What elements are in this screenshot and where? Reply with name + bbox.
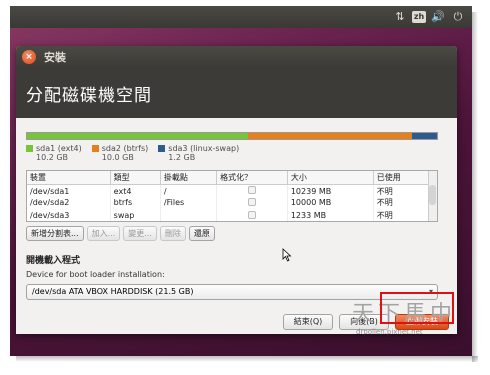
cell-device: /dev/sda1	[27, 184, 111, 196]
scrollbar-thumb[interactable]	[429, 185, 436, 205]
window-title: 安裝	[44, 51, 66, 64]
cell-size: 10000 MB	[287, 196, 374, 209]
title-bar: × 安裝	[16, 46, 457, 68]
header: 分配磁碟機空間	[16, 68, 457, 118]
legend-swatch	[158, 145, 166, 152]
format-checkbox[interactable]	[216, 184, 288, 196]
cell-type: ext4	[110, 184, 161, 196]
partition-segment-sda2	[248, 133, 413, 139]
bootloader-device-label: Device for boot loader installation:	[26, 270, 165, 279]
table-row[interactable]: /dev/sda3 swap 1233 MB 不明	[27, 209, 431, 221]
table-row[interactable]: /dev/sda2 btrfs /Files 10000 MB 不明	[27, 196, 431, 209]
partition-bar	[26, 132, 438, 140]
column-header-used[interactable]: 已使用	[373, 171, 431, 185]
legend-swatch	[26, 145, 33, 152]
table-row[interactable]: /dev/sda1 ext4 / 10239 MB 不明	[27, 184, 431, 196]
change-button[interactable]: 變更...	[123, 226, 157, 241]
partition-table[interactable]: 裝置 類型 掛載點 格式化？ 大小 已使用 /dev/sda1 ext4 / 1…	[26, 170, 438, 222]
bootloader-selected-value: /dev/sda ATA VBOX HARDDISK (21.5 GB)	[32, 287, 194, 296]
shadow	[472, 12, 478, 362]
system-tray: ⇅ zh 🔊 ⏻	[392, 9, 466, 25]
table-scrollbar[interactable]	[428, 171, 437, 221]
partition-actions: 新增分割表... 加入... 變更... 刪除 還原	[26, 226, 447, 241]
cell-device: /dev/sda2	[27, 196, 111, 209]
column-header-format[interactable]: 格式化？	[216, 171, 288, 185]
close-icon[interactable]: ×	[22, 50, 36, 64]
column-header-mount[interactable]: 掛載點	[160, 171, 218, 185]
mouse-cursor-icon	[282, 248, 292, 262]
column-header-size[interactable]: 大小	[287, 171, 374, 185]
partition-segment-sda1	[27, 133, 249, 139]
revert-button[interactable]: 還原	[188, 226, 215, 241]
legend-name: sda2 (btrfs)	[101, 144, 149, 153]
installer-window: × 安裝 分配磁碟機空間 sda1 (ext4) 10.2 GB sda2 (b…	[16, 46, 457, 334]
cell-used: 不明	[373, 196, 431, 209]
cell-used: 不明	[373, 209, 431, 221]
delete-button[interactable]: 刪除	[159, 226, 186, 241]
legend-item: sda2 (btrfs) 10.0 GB	[91, 144, 149, 162]
network-icon[interactable]: ⇅	[392, 9, 408, 25]
legend-size: 1.2 GB	[168, 153, 196, 162]
top-panel: ⇅ zh 🔊 ⏻	[10, 6, 472, 28]
column-header-device[interactable]: 裝置	[27, 171, 111, 185]
watermark-url: drpolien.pixnet.net	[356, 328, 423, 336]
legend-name: sda1 (ext4)	[36, 144, 82, 153]
cell-mount: /	[160, 184, 218, 196]
cell-device: /dev/sda3	[27, 209, 111, 221]
legend-size: 10.2 GB	[36, 153, 69, 162]
bootloader-section-title: 開機載入程式	[26, 256, 81, 266]
cell-size: 1233 MB	[287, 209, 374, 221]
column-header-type[interactable]: 類型	[110, 171, 161, 185]
legend-item: sda1 (ext4) 10.2 GB	[26, 144, 82, 162]
cell-mount	[160, 209, 218, 221]
new-partition-table-button[interactable]: 新增分割表...	[26, 226, 84, 241]
add-button[interactable]: 加入...	[86, 226, 121, 241]
highlight-annotation	[380, 292, 454, 324]
cell-type: btrfs	[110, 196, 161, 209]
legend-name: sda3 (linux-swap)	[168, 144, 240, 153]
format-checkbox[interactable]	[216, 196, 288, 209]
cell-used: 不明	[373, 184, 431, 196]
legend-item: sda3 (linux-swap) 1.2 GB	[158, 144, 239, 162]
partition-segment-sda3	[412, 133, 437, 139]
quit-button[interactable]: 結束(Q)	[283, 314, 333, 330]
power-icon[interactable]: ⏻	[450, 9, 466, 25]
cell-type: swap	[110, 209, 161, 221]
format-checkbox[interactable]	[216, 209, 288, 221]
page-title: 分配磁碟機空間	[26, 85, 152, 106]
cell-size: 10239 MB	[287, 184, 374, 196]
cell-mount: /Files	[160, 196, 218, 209]
keyboard-icon[interactable]: zh	[412, 11, 426, 23]
volume-icon[interactable]: 🔊	[430, 9, 446, 25]
legend-size: 10.0 GB	[101, 153, 134, 162]
legend-swatch	[91, 145, 99, 152]
partition-legend: sda1 (ext4) 10.2 GB sda2 (btrfs) 10.0 GB…	[26, 144, 447, 162]
shadow	[16, 356, 478, 362]
